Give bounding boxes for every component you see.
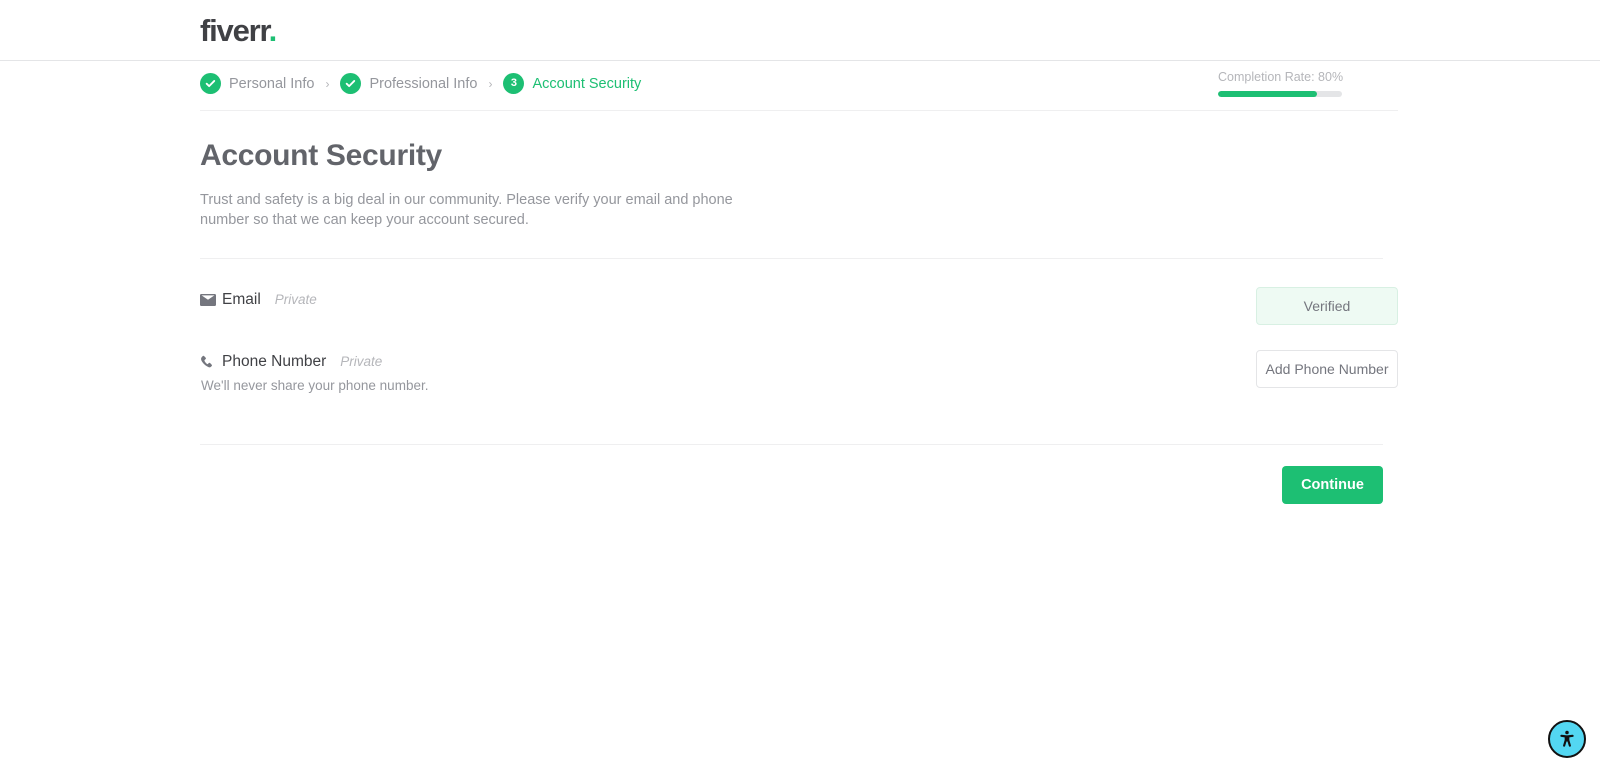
row-email-head: Email Private	[200, 290, 317, 310]
stepper: Personal Info › Professional Info › 3 Ac…	[200, 73, 641, 94]
logo-wordmark: fiverr	[200, 13, 270, 48]
check-icon	[200, 73, 221, 94]
completion-rate-label: Completion Rate: 80%	[1218, 70, 1344, 84]
stepper-divider	[200, 110, 1398, 111]
envelope-icon	[200, 294, 220, 306]
row-phone-head: Phone Number Private	[200, 352, 428, 372]
fiverr-logo[interactable]: fiverr.	[200, 13, 278, 48]
step-label-professional-info: Professional Info	[369, 75, 478, 92]
step-professional-info[interactable]: Professional Info	[340, 73, 477, 94]
row-phone-info: Phone Number Private We'll never share y…	[200, 341, 428, 395]
row-email: Email Private Verified	[200, 279, 1398, 341]
page-title: Account Security	[200, 139, 442, 172]
chevron-right-icon: ›	[325, 76, 330, 91]
stepper-bar: Personal Info › Professional Info › 3 Ac…	[0, 61, 1600, 111]
page-root: fiverr. Personal Info › Professional Inf…	[0, 0, 1600, 772]
completion-rate: Completion Rate: 80%	[1218, 69, 1344, 97]
phone-icon	[200, 355, 220, 369]
completion-progress-fill	[1218, 91, 1318, 97]
page-description: Trust and safety is a big deal in our co…	[200, 192, 733, 228]
row-phone-title: Phone Number	[222, 353, 327, 370]
row-email-title: Email	[222, 291, 261, 308]
check-icon	[340, 73, 362, 94]
chevron-right-icon: ›	[488, 76, 493, 91]
content-divider-top	[200, 258, 1383, 259]
step-number-badge: 3	[503, 73, 525, 94]
row-phone-number: Phone Number Private We'll never share y…	[200, 341, 1398, 411]
accessibility-widget-button[interactable]	[1548, 720, 1586, 758]
row-phone-action: Add Phone Number	[1256, 350, 1398, 388]
step-account-security[interactable]: 3 Account Security	[503, 73, 641, 94]
main-content: Account Security Trust and safety is a b…	[200, 112, 1398, 504]
completion-progress-track	[1218, 91, 1342, 97]
row-email-action: Verified	[1256, 287, 1398, 325]
accessibility-icon	[1560, 730, 1574, 747]
site-header: fiverr.	[0, 0, 1600, 61]
row-email-info: Email Private	[200, 279, 317, 310]
step-label-account-security: Account Security	[532, 75, 642, 92]
content-divider-bottom	[200, 444, 1383, 445]
row-phone-subtitle: We'll never share your phone number.	[201, 378, 429, 393]
step-label-personal-info: Personal Info	[229, 75, 315, 92]
logo-dot: .	[268, 13, 278, 48]
verified-button[interactable]: Verified	[1256, 287, 1398, 325]
row-email-privacy: Private	[274, 292, 317, 307]
continue-button[interactable]: Continue	[1282, 466, 1383, 504]
row-phone-privacy: Private	[340, 354, 383, 369]
add-phone-number-button[interactable]: Add Phone Number	[1256, 350, 1398, 388]
footer-actions: Continue	[200, 466, 1383, 504]
step-personal-info[interactable]: Personal Info	[200, 73, 314, 94]
